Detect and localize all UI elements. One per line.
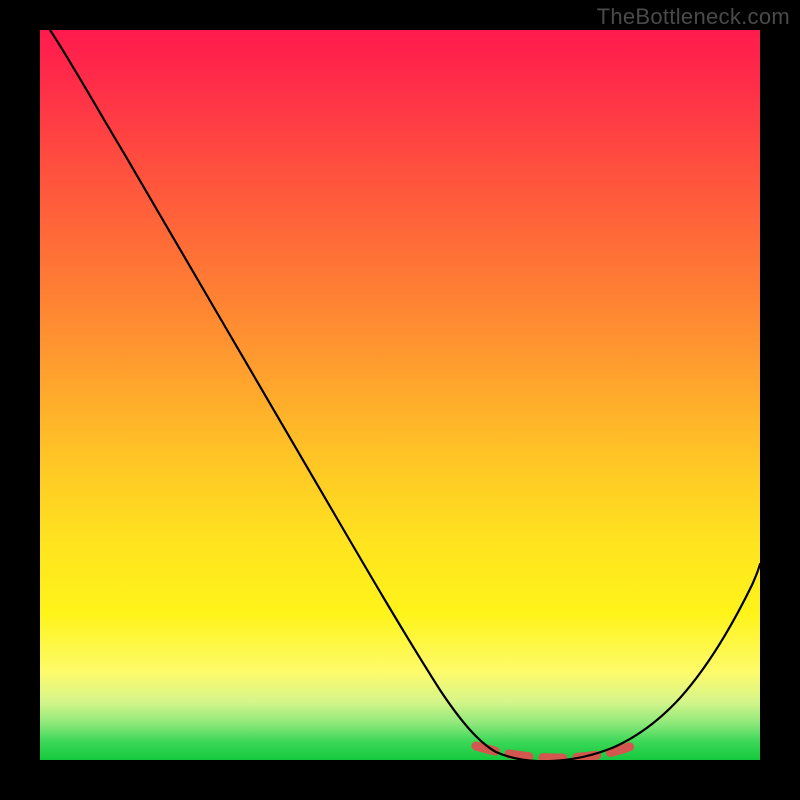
- plot-area: [40, 30, 760, 760]
- optimal-region-dots: [476, 745, 634, 758]
- watermark-text: TheBottleneck.com: [597, 4, 790, 30]
- chart-canvas: TheBottleneck.com: [0, 0, 800, 800]
- curve-line: [50, 30, 760, 760]
- bottleneck-curve: [40, 30, 760, 760]
